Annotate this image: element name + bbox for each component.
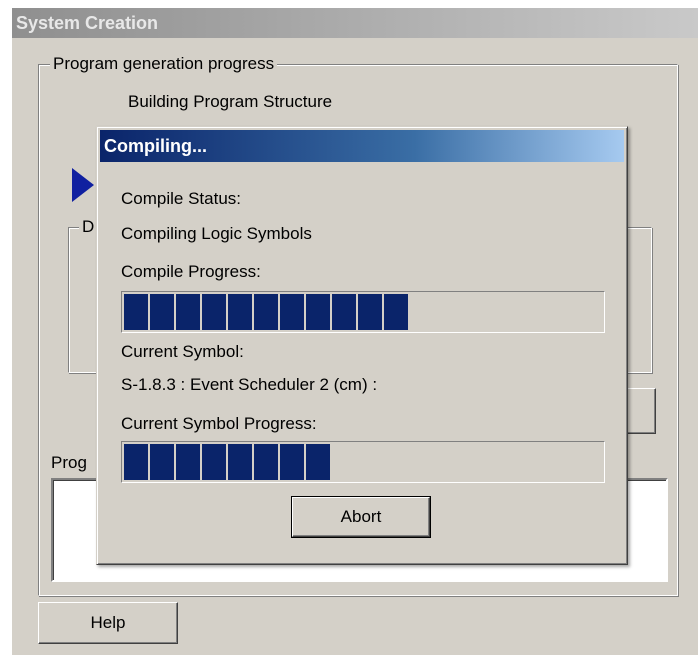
compile-progress-bar: [121, 291, 605, 333]
progress-block: [228, 444, 252, 480]
progress-block: [202, 444, 226, 480]
step-text: Building Program Structure: [128, 92, 333, 111]
progress-block: [358, 294, 382, 330]
log-label: Prog: [51, 453, 87, 472]
progress-block: [228, 294, 252, 330]
inner-group-label: D: [79, 217, 98, 237]
progress-block: [280, 444, 304, 480]
progress-block: [176, 444, 200, 480]
symbol-progress-bar: [121, 441, 605, 483]
progress-block: [306, 294, 330, 330]
abort-button[interactable]: Abort: [291, 496, 431, 538]
progress-block: [280, 294, 304, 330]
symbol-progress-label: Current Symbol Progress:: [121, 414, 317, 433]
compiling-dialog-title: Compiling...: [100, 130, 624, 162]
progress-block: [150, 444, 174, 480]
program-generation-group-label: Program generation progress: [50, 54, 278, 74]
progress-block: [124, 444, 148, 480]
progress-block: [254, 444, 278, 480]
current-symbol-label: Current Symbol:: [121, 342, 244, 361]
progress-block: [332, 294, 356, 330]
compile-progress-label: Compile Progress:: [121, 262, 261, 281]
compiling-dialog: Compiling... Compile Status: Compiling L…: [96, 126, 628, 565]
progress-block: [254, 294, 278, 330]
compile-progress-fill: [124, 294, 410, 330]
compile-status-value: Compiling Logic Symbols: [121, 224, 312, 243]
progress-block: [150, 294, 174, 330]
progress-block: [384, 294, 408, 330]
progress-block: [202, 294, 226, 330]
progress-block: [306, 444, 330, 480]
compile-status-label: Compile Status:: [121, 189, 241, 208]
progress-block: [176, 294, 200, 330]
window-title: System Creation: [12, 8, 698, 38]
symbol-progress-fill: [124, 444, 332, 480]
help-button[interactable]: Help: [38, 602, 178, 644]
current-symbol-value: S-1.8.3 : Event Scheduler 2 (cm) :: [121, 375, 378, 394]
blue-arrow-icon: [72, 168, 94, 202]
progress-block: [124, 294, 148, 330]
